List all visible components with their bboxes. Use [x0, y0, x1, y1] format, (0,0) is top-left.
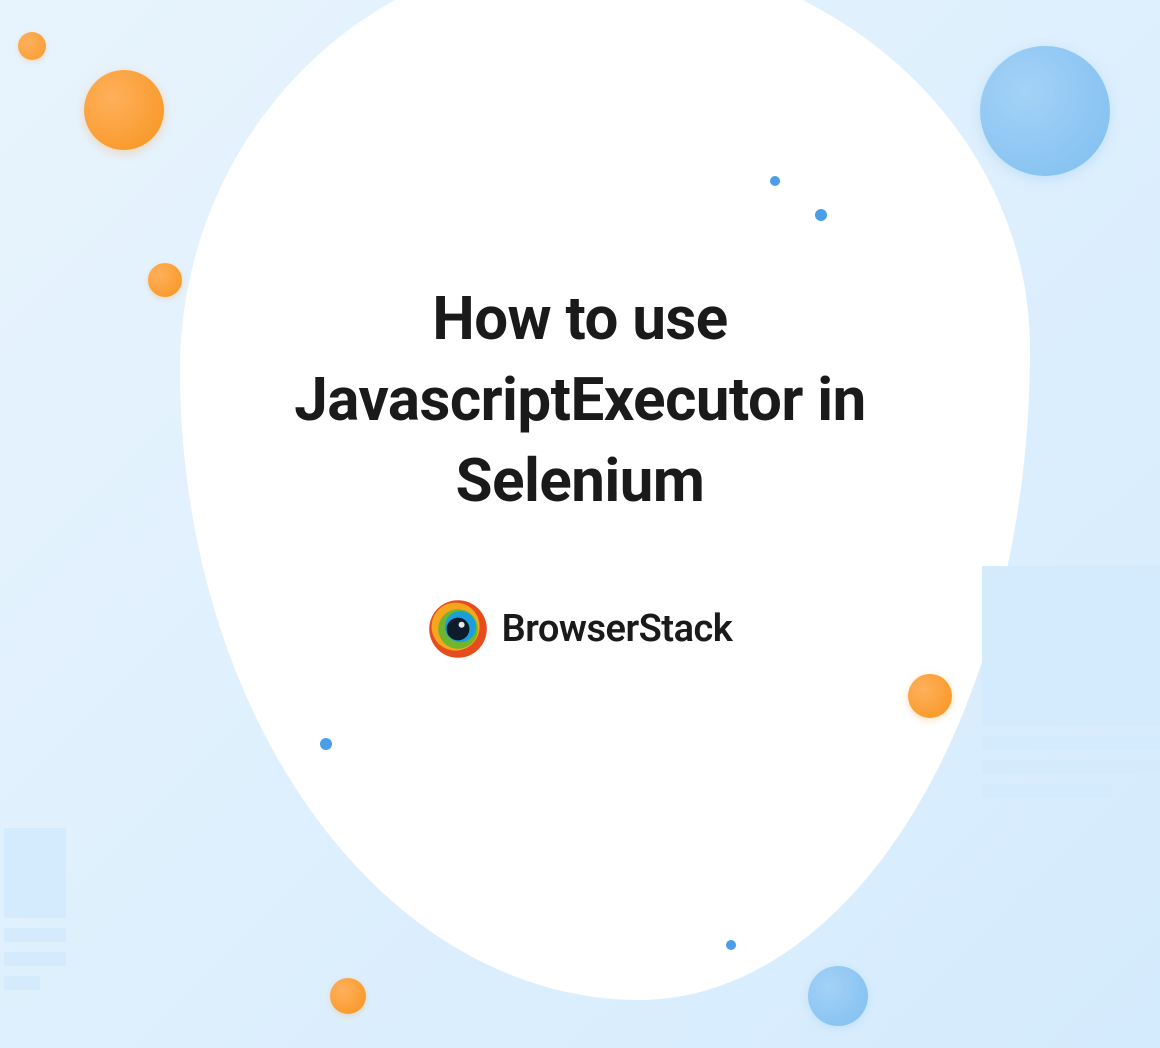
hero-canvas: How to use JavascriptExecutor in Seleniu…: [0, 0, 1160, 1048]
browserstack-logo-icon: [428, 599, 488, 659]
hero-title: How to use JavascriptExecutor in Seleniu…: [200, 278, 960, 521]
brand-block: BrowserStack: [428, 599, 733, 659]
brand-name: BrowserStack: [502, 607, 733, 651]
content-wrapper: How to use JavascriptExecutor in Seleniu…: [0, 0, 1160, 1048]
